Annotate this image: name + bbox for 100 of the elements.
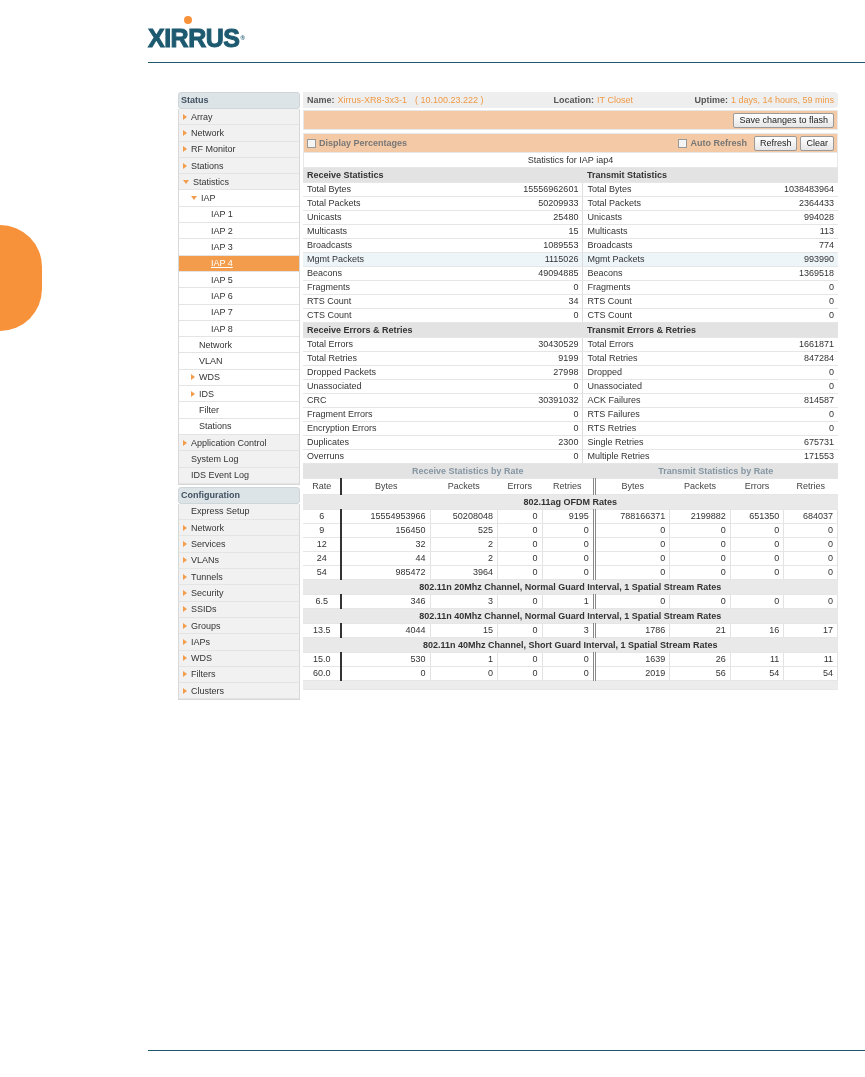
checkbox[interactable] bbox=[678, 138, 688, 148]
table-cell: 0 bbox=[456, 407, 583, 422]
table-cell: 171553 bbox=[722, 449, 838, 464]
table-cell: CTS Count bbox=[582, 308, 723, 323]
table-cell: 1661871 bbox=[722, 337, 838, 352]
section-header: Receive Statistics bbox=[303, 168, 583, 183]
toolbar-button[interactable]: Refresh bbox=[753, 135, 798, 151]
table-cell: RTS Retries bbox=[582, 421, 723, 436]
table-cell: Broadcasts bbox=[582, 238, 723, 253]
table-cell: 2364433 bbox=[722, 196, 838, 211]
table-cell: Duplicates bbox=[303, 435, 457, 450]
table-cell: 32 bbox=[341, 537, 431, 552]
table-cell: 0 bbox=[594, 565, 670, 580]
table-cell: 1639 bbox=[594, 652, 670, 667]
section-header: Transmit Statistics by Rate bbox=[594, 464, 838, 479]
table-cell: 2 bbox=[430, 551, 498, 566]
name-label: Name: bbox=[307, 95, 335, 105]
table-cell: 2300 bbox=[456, 435, 583, 450]
table-cell: RTS Count bbox=[303, 294, 457, 309]
section-header: Receive Statistics by Rate bbox=[341, 464, 595, 479]
table-cell: 30430529 bbox=[456, 337, 583, 352]
sidebar-item[interactable]: System Log bbox=[179, 451, 299, 468]
table-cell: 27998 bbox=[456, 365, 583, 380]
table-cell: 0 bbox=[669, 565, 731, 580]
table-title: Statistics for IAP iap4 bbox=[303, 153, 838, 168]
table-cell: RTS Count bbox=[582, 294, 723, 309]
table-cell: 530 bbox=[341, 652, 431, 667]
table-cell: Unassociated bbox=[303, 379, 457, 394]
sidebar-item[interactable]: Array bbox=[179, 109, 299, 126]
table-cell: 15.0 bbox=[303, 652, 342, 667]
table-cell: 6 bbox=[303, 509, 342, 524]
sidebar-item[interactable]: Network bbox=[179, 125, 299, 142]
table-cell: 11 bbox=[730, 652, 784, 667]
sidebar-item[interactable]: Security bbox=[179, 585, 299, 602]
table-cell: 16 bbox=[730, 623, 784, 638]
table-cell: 346 bbox=[341, 594, 431, 609]
table-cell: Total Bytes bbox=[582, 182, 723, 197]
sidebar-section-header[interactable]: Status bbox=[178, 92, 300, 109]
table-cell: 9 bbox=[303, 523, 342, 538]
table-cell: 0 bbox=[456, 379, 583, 394]
table-cell: 34 bbox=[456, 294, 583, 309]
table-cell: 0 bbox=[497, 594, 542, 609]
table-cell: 0 bbox=[669, 551, 731, 566]
table-cell: 0 bbox=[456, 421, 583, 436]
table-cell: 0 bbox=[722, 294, 838, 309]
table-cell: 814587 bbox=[722, 393, 838, 408]
table-cell: 0 bbox=[669, 594, 731, 609]
table-cell: 54 bbox=[783, 666, 838, 681]
table-cell: 0 bbox=[722, 407, 838, 422]
save-button[interactable]: Save changes to flash bbox=[733, 112, 834, 128]
table-cell: 56 bbox=[669, 666, 731, 681]
table-cell: 684037 bbox=[783, 509, 838, 524]
table-cell: 50209933 bbox=[456, 196, 583, 211]
sidebar-item[interactable]: Network bbox=[179, 520, 299, 537]
table-cell: 156450 bbox=[341, 523, 431, 538]
checkbox-label: Auto Refresh bbox=[690, 138, 747, 148]
sidebar-item[interactable]: Tunnels bbox=[179, 569, 299, 586]
table-cell: 0 bbox=[730, 594, 784, 609]
toolbar-button[interactable]: Clear bbox=[800, 135, 834, 151]
table-cell: 3964 bbox=[430, 565, 498, 580]
table-cell: CTS Count bbox=[303, 308, 457, 323]
table-cell: Unicasts bbox=[582, 210, 723, 225]
table-cell: 0 bbox=[722, 365, 838, 380]
table-cell: 15554953966 bbox=[341, 509, 431, 524]
table-cell: 2019 bbox=[594, 666, 670, 681]
table-cell: 788166371 bbox=[594, 509, 670, 524]
table-cell: 26 bbox=[669, 652, 731, 667]
table-cell: 0 bbox=[542, 537, 595, 552]
table-cell: 50208048 bbox=[430, 509, 498, 524]
sidebar-item[interactable]: Services bbox=[179, 536, 299, 553]
sidebar-section-header[interactable]: Configuration bbox=[178, 486, 300, 504]
table-cell: Dropped bbox=[582, 365, 723, 380]
table-cell: 0 bbox=[594, 594, 670, 609]
table-cell: 54 bbox=[730, 666, 784, 681]
table-cell: 11 bbox=[783, 652, 838, 667]
table-cell: Total Packets bbox=[582, 196, 723, 211]
table-cell: Multicasts bbox=[582, 224, 723, 239]
table-cell: 0 bbox=[497, 652, 542, 667]
table-cell: 985472 bbox=[341, 565, 431, 580]
table-cell: 113 bbox=[722, 224, 838, 239]
table-cell: 15556962601 bbox=[456, 182, 583, 197]
table-cell: 1369518 bbox=[722, 266, 838, 281]
table-cell: Total Errors bbox=[582, 337, 723, 352]
table-cell: 15 bbox=[430, 623, 498, 638]
table-cell: 651350 bbox=[730, 509, 784, 524]
sidebar-item[interactable]: Statistics bbox=[179, 174, 299, 191]
table-cell: 0 bbox=[783, 523, 838, 538]
table-cell: 15 bbox=[456, 224, 583, 239]
sidebar-item[interactable]: IAPs bbox=[179, 634, 299, 651]
table-cell: 4044 bbox=[341, 623, 431, 638]
table-cell: Total Errors bbox=[303, 337, 457, 352]
table-cell: 0 bbox=[430, 666, 498, 681]
table-cell: 0 bbox=[783, 565, 838, 580]
checkbox[interactable] bbox=[307, 138, 316, 148]
sidebar-item[interactable]: Clusters bbox=[179, 683, 299, 700]
uptime-value: 1 days, 14 hours, 59 mins bbox=[730, 95, 834, 105]
table-cell: 774 bbox=[722, 238, 838, 253]
table-cell: Multiple Retries bbox=[582, 449, 723, 464]
table-cell: Encryption Errors bbox=[303, 421, 457, 436]
table-cell: Beacons bbox=[582, 266, 723, 281]
